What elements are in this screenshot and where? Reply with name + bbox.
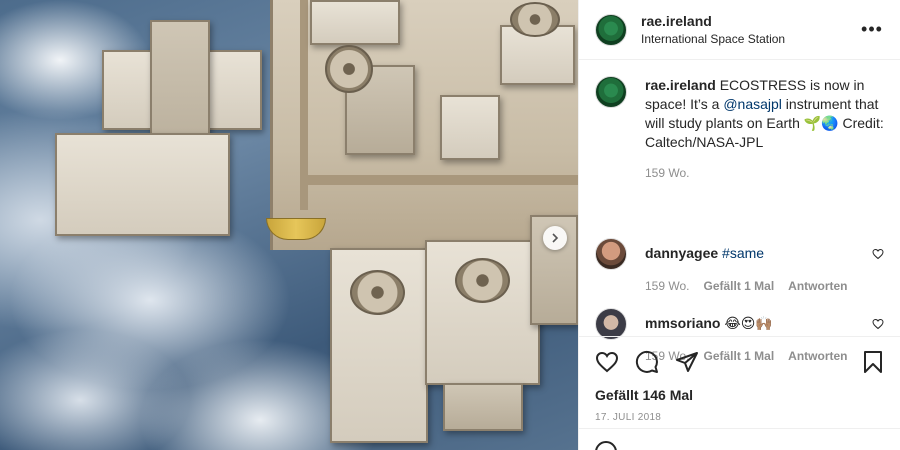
comment-username[interactable]: mmsoriano [645,315,720,331]
caption-text: rae.ireland ECOSTRESS is now in space! I… [645,76,884,152]
caption-mention[interactable]: @nasajpl [723,96,782,112]
heart-icon[interactable] [872,318,884,330]
likes-count[interactable]: Gefällt 146 Mal [595,387,885,403]
share-icon [676,352,698,372]
comment-meta: 159 Wo. Gefällt 1 Mal Antworten [645,279,864,293]
station-disc [325,45,373,93]
like-button[interactable] [595,350,619,374]
more-options-icon: ••• [861,19,883,39]
header-location[interactable]: International Space Station [641,30,860,48]
comment-likes[interactable]: Gefällt 1 Mal [703,279,774,293]
comment-text: mmsoriano 😂😍🙌🏽 [645,314,864,333]
emoji-icon[interactable] [595,441,617,450]
post-date[interactable]: 17. JULI 2018 [595,412,885,423]
caption-body: rae.ireland ECOSTRESS is now in space! I… [645,76,884,238]
header-text: rae.ireland International Space Station [641,12,860,48]
reply-button[interactable]: Antworten [788,279,847,293]
comment-button[interactable] [635,350,659,374]
next-image-button[interactable] [543,226,567,250]
station-disc [455,258,510,303]
header-username[interactable]: rae.ireland [641,12,860,30]
comment-icon [635,350,658,373]
post-image[interactable] [0,0,578,450]
action-icons [595,347,885,377]
chevron-right-icon [552,233,559,243]
comment-text: dannyagee #same [645,244,864,263]
post-panel: rae.ireland International Space Station … [578,0,900,450]
truss-strut [300,175,578,185]
avatar[interactable] [595,76,627,108]
caption: rae.ireland ECOSTRESS is now in space! I… [595,76,884,238]
caption-time[interactable]: 159 Wo. [645,166,689,180]
heart-icon[interactable] [872,248,884,260]
save-button[interactable] [861,350,885,374]
bookmark-icon [864,351,882,373]
comment-emoji: 😂😍🙌🏽 [724,315,773,331]
more-options-button[interactable]: ••• [860,18,884,42]
station-module [440,95,500,160]
share-button[interactable] [675,350,699,374]
avatar[interactable] [595,13,627,46]
station-module [310,0,400,45]
station-disc [350,270,405,315]
station-disc [510,2,560,37]
station-module [55,133,230,236]
action-bar: Gefällt 146 Mal 17. JULI 2018 [579,336,900,423]
comment-list: rae.ireland ECOSTRESS is now in space! I… [579,60,900,378]
add-comment-row [579,428,900,450]
comment-username[interactable]: dannyagee [645,245,718,261]
comment-hashtag[interactable]: #same [722,245,764,261]
station-module [443,383,523,431]
avatar[interactable] [595,238,627,270]
post-header: rae.ireland International Space Station … [579,0,900,60]
comment-time[interactable]: 159 Wo. [645,279,689,293]
comment-item: dannyagee #same 159 Wo. Gefällt 1 Mal An… [595,238,884,308]
caption-meta: 159 Wo. [645,166,884,180]
heart-icon [595,351,619,373]
comment-body: dannyagee #same 159 Wo. Gefällt 1 Mal An… [645,238,864,308]
caption-username[interactable]: rae.ireland [645,77,716,93]
